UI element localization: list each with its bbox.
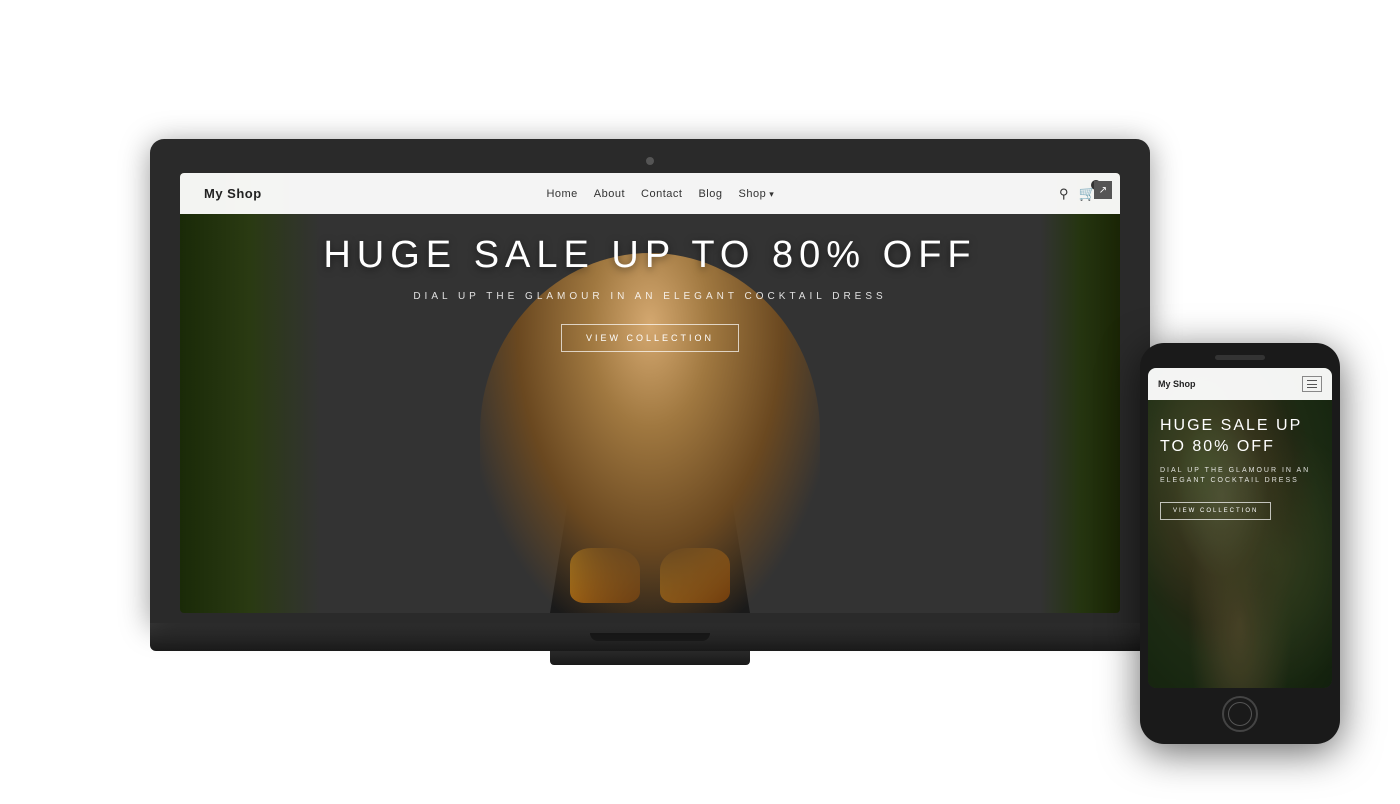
mobile-device: My Shop HUGE SALE UP TO 80% OFF DIAL UP … [1140,343,1340,744]
mobile-home-button[interactable] [1222,696,1258,732]
hero-content: HUGE SALE UP TO 80% OFF DIAL UP THE GLAM… [180,214,1120,372]
hamburger-line-2 [1307,384,1317,385]
hero-headline: HUGE SALE UP TO 80% OFF [323,234,976,277]
nav-link-about[interactable]: About [594,188,625,200]
mobile-speaker [1215,355,1265,360]
hamburger-line-3 [1307,387,1317,388]
mobile-home-inner [1228,702,1252,726]
website-logo: My Shop [204,186,262,201]
hamburger-menu-button[interactable] [1302,376,1322,392]
mobile-nav: My Shop [1148,368,1332,400]
mobile-website-preview: My Shop HUGE SALE UP TO 80% OFF DIAL UP … [1148,368,1332,688]
laptop-device: My Shop Home About Contact Blog Shop ⚲ 🛒 [150,139,1150,665]
nav-link-blog[interactable]: Blog [698,188,722,200]
mobile-hero-headline: HUGE SALE UP TO 80% OFF [1160,416,1320,458]
laptop-stand [550,651,750,665]
laptop-notch [590,633,710,641]
website-nav: My Shop Home About Contact Blog Shop ⚲ 🛒 [180,173,1120,214]
mobile-logo: My Shop [1158,379,1196,389]
mobile-screen: My Shop HUGE SALE UP TO 80% OFF DIAL UP … [1148,368,1332,688]
hamburger-line-1 [1307,380,1317,381]
nav-icons: ⚲ 🛒 0 [1059,185,1096,202]
hero-subtext: DIAL UP THE GLAMOUR IN AN ELEGANT COCKTA… [413,291,886,302]
website-preview: My Shop Home About Contact Blog Shop ⚲ 🛒 [180,173,1120,613]
search-icon[interactable]: ⚲ [1059,186,1069,202]
laptop-body: My Shop Home About Contact Blog Shop ⚲ 🛒 [150,139,1150,623]
nav-link-contact[interactable]: Contact [641,188,682,200]
nav-link-home[interactable]: Home [546,188,577,200]
scene: My Shop Home About Contact Blog Shop ⚲ 🛒 [0,0,1400,804]
view-collection-button[interactable]: VIEW COLLECTION [561,324,739,352]
nav-links: Home About Contact Blog Shop [546,188,774,200]
mobile-hero-subtext: DIAL UP THE GLAMOUR IN AN ELEGANT COCKTA… [1160,466,1320,487]
laptop-base [150,623,1150,651]
laptop-screen: My Shop Home About Contact Blog Shop ⚲ 🛒 [180,173,1120,613]
mobile-view-collection-button[interactable]: VIEW COLLECTION [1160,502,1271,520]
nav-link-shop[interactable]: Shop [739,188,775,200]
corner-expand-icon[interactable] [1094,181,1112,199]
laptop-camera [646,157,654,165]
mobile-body: My Shop HUGE SALE UP TO 80% OFF DIAL UP … [1140,343,1340,744]
mobile-hero-content: HUGE SALE UP TO 80% OFF DIAL UP THE GLAM… [1148,400,1332,536]
